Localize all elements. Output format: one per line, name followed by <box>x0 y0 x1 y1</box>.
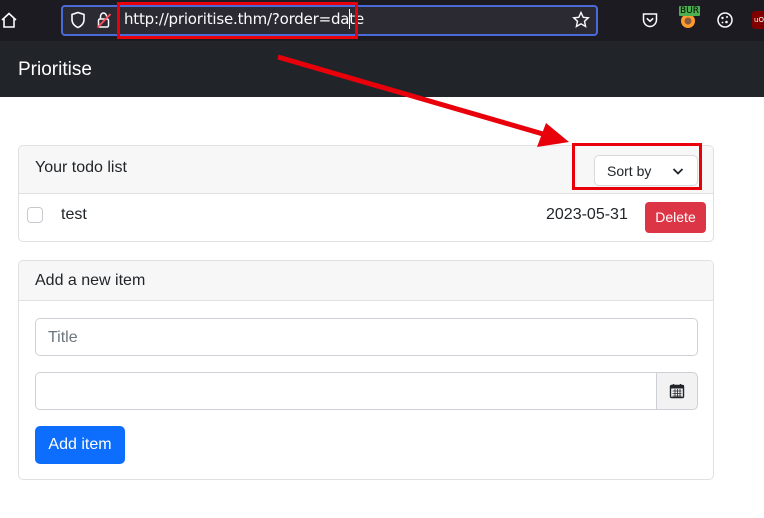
annotation-arrow <box>277 54 569 147</box>
